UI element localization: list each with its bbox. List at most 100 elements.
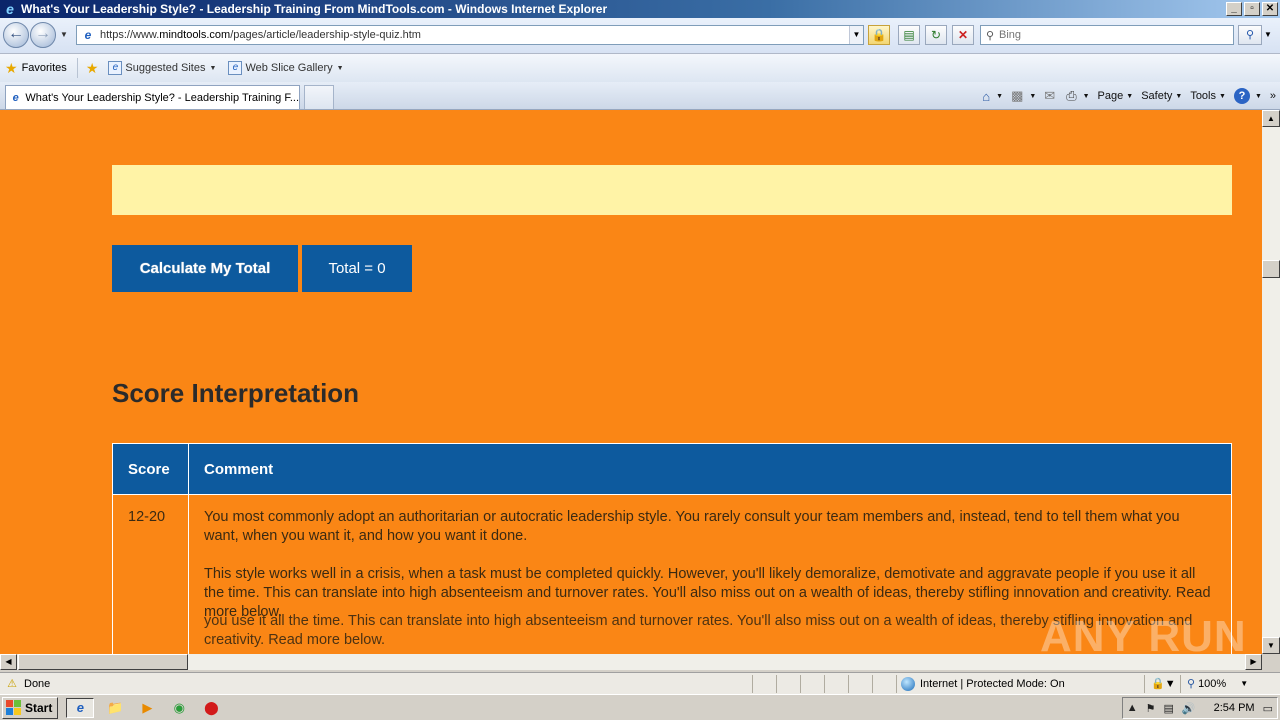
- status-cell: [752, 674, 776, 693]
- scroll-up-arrow-icon[interactable]: ▲: [1262, 110, 1280, 127]
- chevron-down-icon: ▼: [1219, 92, 1226, 100]
- back-button[interactable]: ←: [3, 22, 29, 48]
- calculate-total-button[interactable]: Calculate My Total: [112, 245, 298, 292]
- windows-logo-icon: [6, 700, 21, 715]
- more-commands-button[interactable]: »: [1270, 90, 1276, 102]
- section-title: Score Interpretation: [112, 378, 360, 408]
- compatibility-view-icon[interactable]: ▤: [898, 25, 920, 45]
- help-menu[interactable]: ? ▼: [1233, 88, 1262, 104]
- comment-paragraph: You most commonly adopt an authoritarian…: [204, 509, 1180, 544]
- command-bar: ⌂ ▼ ▩ ▼ ✉ ⎙ ▼ Page ▼ Safety ▼ Tools ▼ ? ▼ »: [982, 82, 1280, 110]
- page-menu-label: Page: [1097, 90, 1124, 102]
- restore-button[interactable]: ▫: [1244, 2, 1260, 16]
- zoom-level: 100%: [1198, 677, 1227, 690]
- chevron-down-icon: ▼: [996, 92, 1004, 100]
- lock-icon[interactable]: 🔒: [868, 25, 890, 45]
- chevron-down-icon: ▼: [1082, 92, 1090, 100]
- vertical-scroll-thumb[interactable]: [1262, 260, 1280, 278]
- ie-page-icon: e: [228, 61, 243, 75]
- horizontal-scroll-thumb[interactable]: [18, 654, 188, 670]
- url-text[interactable]: https://www.mindtools.com/pages/article/…: [100, 29, 849, 41]
- system-tray: ▲ ⚑ ▤ 🔊 2:54 PM ▭: [1121, 697, 1278, 719]
- favorites-label: Favorites: [21, 62, 67, 74]
- folder-icon[interactable]: 📁: [104, 698, 126, 718]
- add-to-favorites-bar-icon[interactable]: ★: [86, 60, 99, 77]
- ie-page-icon: e: [12, 91, 19, 104]
- security-zone[interactable]: Internet | Protected Mode: On: [896, 674, 1144, 693]
- address-dropdown-icon[interactable]: ▼: [849, 26, 863, 44]
- refresh-icon[interactable]: ↻: [925, 25, 947, 45]
- globe-icon: [901, 676, 915, 691]
- chrome-icon[interactable]: ◉: [168, 698, 190, 718]
- home-button[interactable]: ⌂ ▼: [982, 89, 1003, 104]
- zoom-icon: ⚲: [1187, 678, 1196, 690]
- zone-label: Internet | Protected Mode: On: [920, 677, 1065, 690]
- safety-menu-label: Safety: [1141, 90, 1173, 102]
- status-bar: ⚠ Done Internet | Protected Mode: On 🔒▼ …: [0, 672, 1280, 694]
- search-box[interactable]: ⚲: [980, 25, 1234, 45]
- scroll-down-arrow-icon[interactable]: ▼: [1262, 637, 1280, 654]
- read-mail-button[interactable]: ✉: [1044, 88, 1058, 104]
- show-desktop-icon[interactable]: ▭: [1263, 702, 1273, 715]
- status-cell: [800, 674, 824, 693]
- score-column-header: Score: [112, 443, 189, 495]
- window-controls: _ ▫ ✕: [1226, 2, 1278, 16]
- mail-icon: ✉: [1044, 88, 1056, 103]
- page-menu[interactable]: Page ▼: [1098, 90, 1134, 102]
- status-cell: [872, 674, 896, 693]
- forward-button[interactable]: →: [30, 22, 56, 48]
- safety-menu[interactable]: Safety ▼: [1141, 90, 1182, 102]
- bing-search-icon: ⚲: [985, 29, 995, 42]
- status-text: Done: [24, 677, 51, 690]
- ie-taskbar-icon[interactable]: e: [66, 697, 95, 718]
- stop-sign-icon[interactable]: ⬤: [200, 698, 222, 718]
- tab-label: What's Your Leadership Style? - Leadersh…: [25, 91, 299, 104]
- favorites-star-icon: ★: [5, 59, 18, 76]
- tools-menu-label: Tools: [1190, 90, 1216, 102]
- home-icon: ⌂: [982, 88, 991, 104]
- vertical-scrollbar[interactable]: ▲ ▼: [1262, 110, 1280, 654]
- search-options-dropdown-icon[interactable]: ▼: [1264, 30, 1272, 39]
- show-hidden-icons-icon[interactable]: ▲: [1127, 702, 1138, 714]
- media-player-icon[interactable]: ▶: [136, 698, 158, 718]
- window-title: What's Your Leadership Style? - Leadersh…: [21, 2, 608, 16]
- tools-menu[interactable]: Tools ▼: [1190, 90, 1226, 102]
- tab-leadership-quiz[interactable]: e What's Your Leadership Style? - Leader…: [5, 85, 300, 109]
- chevron-down-icon: ▼: [1175, 92, 1183, 100]
- rss-feed-icon: ▩: [1011, 88, 1024, 103]
- windows-taskbar: Start e 📁 ▶ ◉ ⬤ ▲ ⚑ ▤ 🔊 2:54 PM ▭: [0, 694, 1280, 720]
- page-icon: e: [84, 28, 92, 42]
- web-slice-gallery-label: Web Slice Gallery: [245, 62, 333, 74]
- status-cell: [824, 674, 848, 693]
- recent-pages-dropdown-icon[interactable]: ▼: [60, 30, 68, 39]
- network-icon[interactable]: ▤: [1164, 702, 1174, 715]
- suggested-sites-label: Suggested Sites: [125, 62, 206, 74]
- print-button[interactable]: ⎙ ▼: [1066, 88, 1089, 104]
- protected-mode-settings[interactable]: 🔒▼: [1144, 674, 1180, 693]
- favorites-bar: ★ Favorites ★ e Suggested Sites ▼ e Web …: [0, 54, 1280, 82]
- favorites-button[interactable]: ★ Favorites: [5, 58, 78, 78]
- warning-icon: ⚠: [7, 678, 17, 690]
- table-header-row: Score Comment: [112, 443, 1232, 495]
- close-window-button[interactable]: ✕: [1262, 2, 1278, 16]
- zoom-control[interactable]: ⚲ 100% ▼: [1180, 674, 1248, 693]
- clock[interactable]: 2:54 PM: [1214, 702, 1255, 714]
- suggested-sites-link[interactable]: e Suggested Sites ▼: [108, 61, 216, 75]
- search-input[interactable]: [999, 29, 1219, 41]
- feeds-button[interactable]: ▩ ▼: [1011, 88, 1036, 104]
- chevron-down-icon: ▼: [1254, 92, 1262, 100]
- address-bar[interactable]: e https://www.mindtools.com/pages/articl…: [76, 25, 864, 45]
- action-center-flag-icon[interactable]: ⚑: [1146, 702, 1156, 715]
- ie-page-icon: e: [108, 61, 123, 75]
- stop-icon[interactable]: ✕: [952, 25, 974, 45]
- status-cell: [776, 674, 800, 693]
- web-slice-gallery-link[interactable]: e Web Slice Gallery ▼: [228, 61, 344, 75]
- scroll-right-arrow-icon[interactable]: ▶: [1245, 654, 1262, 670]
- scroll-left-arrow-icon[interactable]: ◀: [0, 654, 17, 670]
- volume-icon[interactable]: 🔊: [1182, 702, 1196, 715]
- new-tab-button[interactable]: [304, 85, 334, 109]
- chevron-down-icon: ▼: [336, 64, 344, 72]
- search-go-button[interactable]: ⚲: [1238, 25, 1262, 45]
- minimize-button[interactable]: _: [1226, 2, 1242, 16]
- start-button[interactable]: Start: [2, 696, 59, 719]
